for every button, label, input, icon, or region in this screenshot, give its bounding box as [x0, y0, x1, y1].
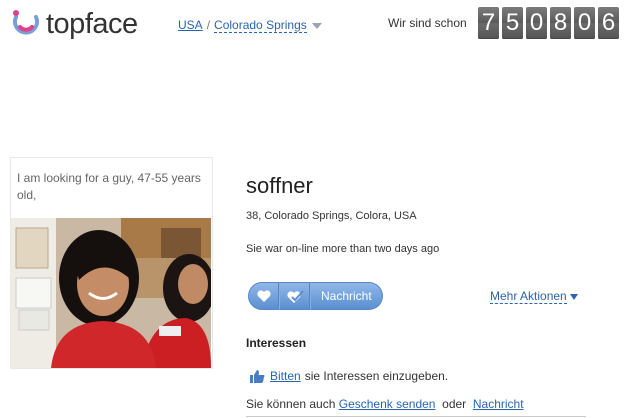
thumbs-up-icon	[250, 369, 265, 383]
heart-icon	[256, 290, 271, 302]
breadcrumb-city-dropdown[interactable]: Colorado Springs	[214, 18, 307, 33]
more-actions-dropdown[interactable]: Mehr Aktionen	[490, 289, 578, 304]
counter-digit: 0	[574, 7, 595, 39]
user-counter-label: Wir sind schon	[388, 16, 467, 30]
more-actions-label[interactable]: Mehr Aktionen	[490, 289, 567, 304]
profile-photo[interactable]	[11, 218, 211, 368]
online-status: Sie war on-line more than two days ago	[246, 243, 440, 255]
ask-interests-link[interactable]: Bitten	[270, 369, 301, 383]
interests-request-line: Bitten sie Interessen einzugeben.	[250, 369, 448, 383]
also-prefix: Sie können auch	[246, 397, 336, 411]
counter-digit: 7	[478, 7, 499, 39]
action-button-group: Nachricht	[248, 282, 383, 310]
counter-digit: 8	[550, 7, 571, 39]
send-message-link[interactable]: Nachricht	[473, 397, 524, 411]
profile-name: soffner	[246, 173, 313, 198]
breadcrumb: USA / Colorado Springs	[178, 17, 322, 33]
ask-interests-text: sie Interessen einzugeben.	[304, 369, 449, 383]
counter-digit: 5	[502, 7, 523, 39]
counter-digit: 6	[598, 7, 619, 39]
also-actions-line: Sie können auch Geschenk senden oder Nac…	[246, 397, 524, 411]
chevron-down-icon[interactable]	[311, 22, 322, 29]
send-gift-link[interactable]: Geschenk senden	[339, 397, 436, 411]
like-button[interactable]	[248, 282, 279, 310]
heart-check-icon	[286, 289, 304, 303]
counter-digit: 0	[526, 7, 547, 39]
or-text: oder	[442, 397, 467, 411]
favorite-button[interactable]	[279, 282, 310, 310]
user-counter: 7 5 0 8 0 6	[478, 7, 619, 39]
logo-text[interactable]: topface	[46, 6, 138, 42]
chevron-down-icon[interactable]	[569, 293, 578, 300]
interests-heading: Interessen	[246, 336, 307, 350]
divider	[246, 416, 586, 417]
topface-logo-icon[interactable]	[10, 8, 42, 40]
looking-for-text: I am looking for a guy, 47-55 years old,	[17, 171, 201, 202]
breadcrumb-separator: /	[206, 18, 211, 32]
breadcrumb-country-link[interactable]: USA	[178, 18, 203, 32]
profile-info: 38, Colorado Springs, Colora, USA	[246, 210, 417, 222]
message-button[interactable]: Nachricht	[310, 282, 383, 310]
